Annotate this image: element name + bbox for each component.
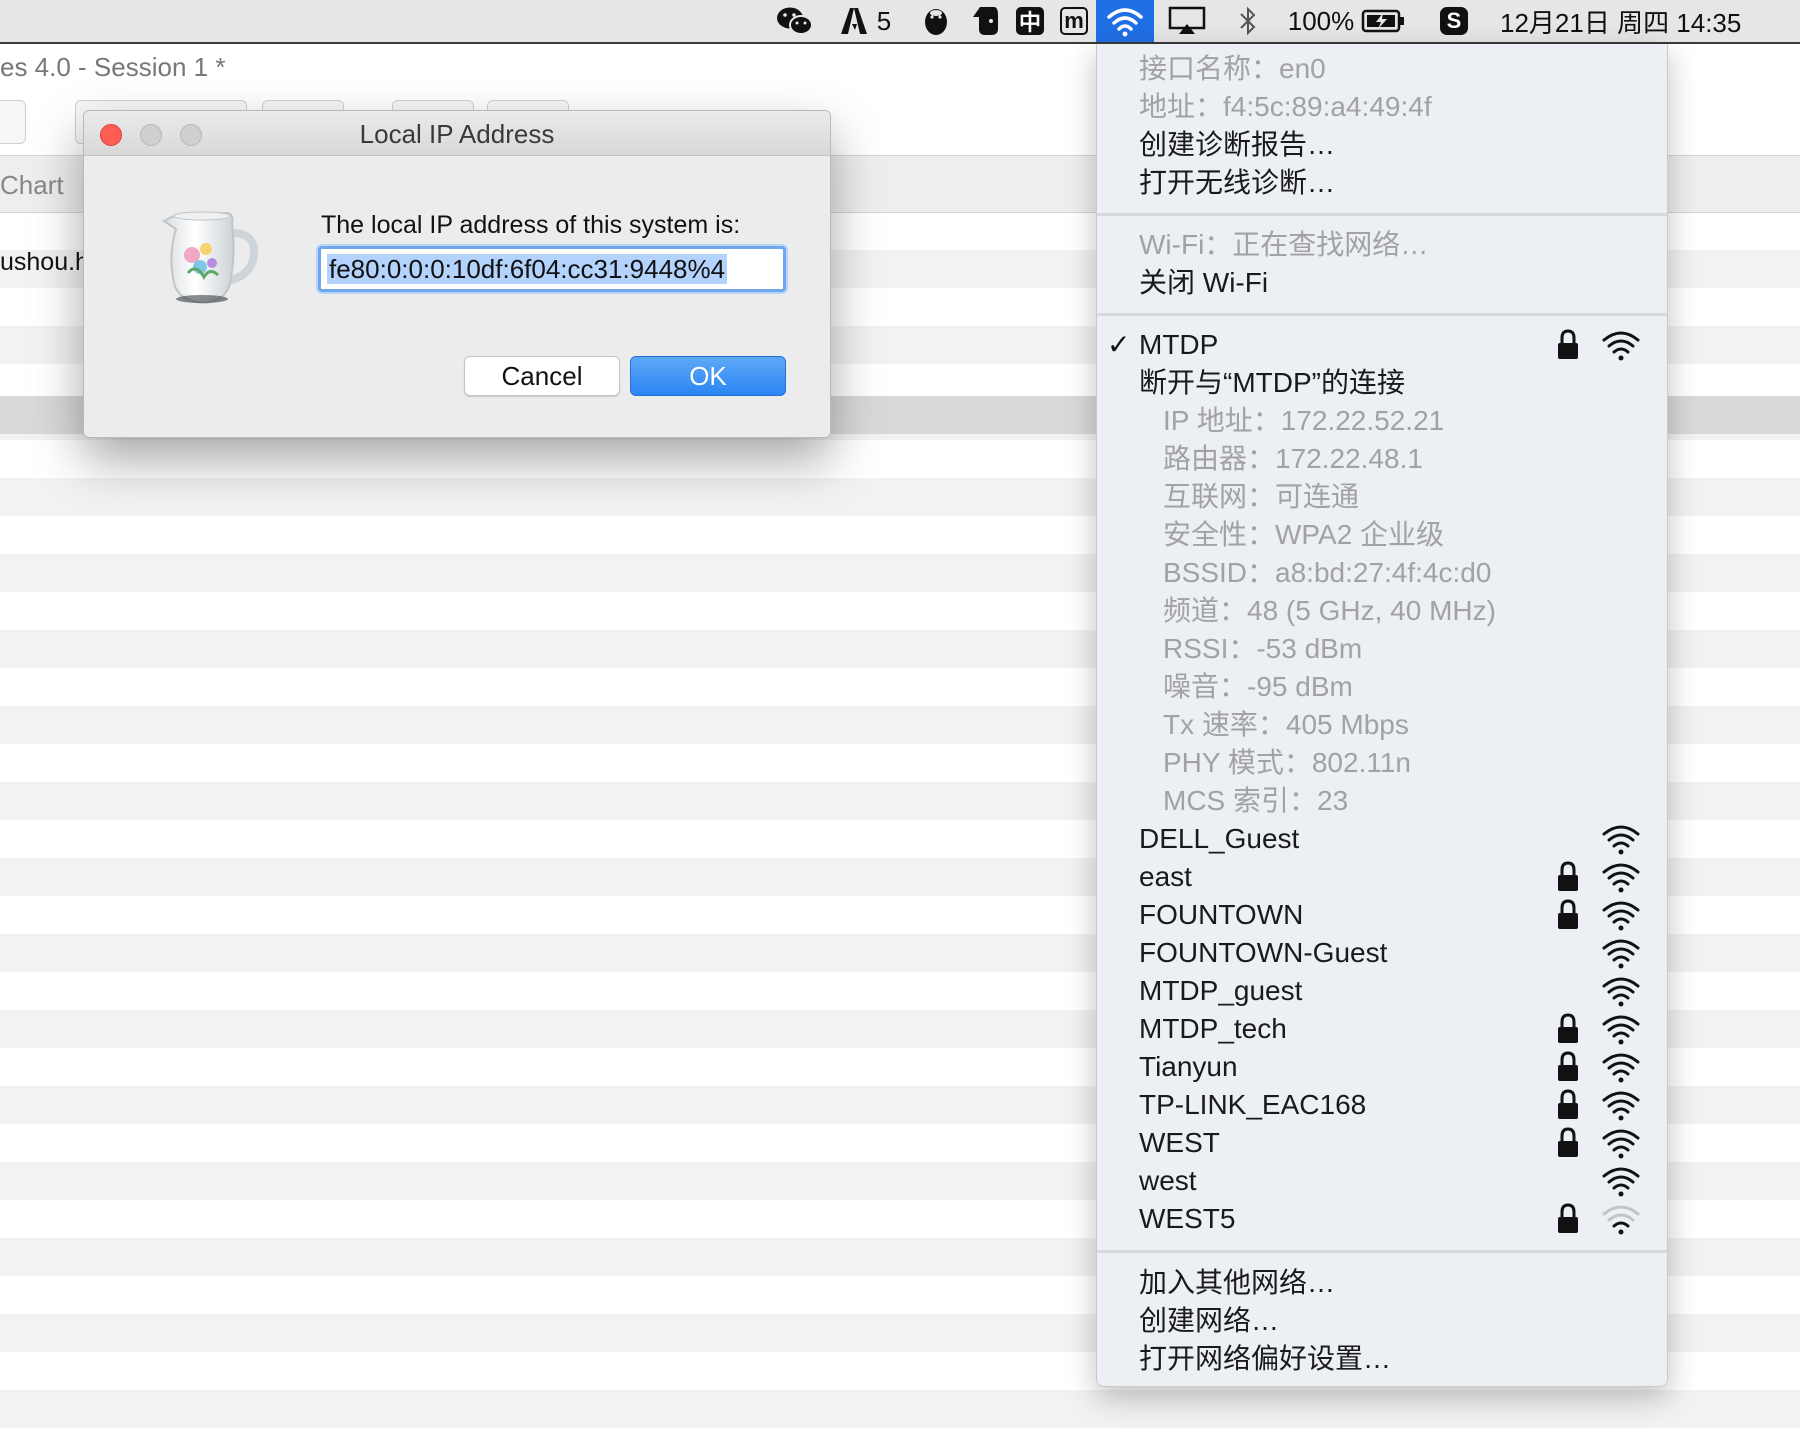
connected-network[interactable]: MTDP: [1139, 326, 1218, 364]
lock-icon: [1558, 899, 1578, 929]
chinese-input-icon[interactable]: 中: [1010, 0, 1050, 42]
wifi-status: Wi-Fi：正在查找网络…: [1139, 229, 1429, 260]
menu-separator: [1097, 213, 1667, 216]
bluetooth-icon[interactable]: [1230, 0, 1266, 42]
lock-icon: [1558, 1203, 1578, 1233]
wifi-signal-icon: [1602, 939, 1640, 969]
lock-icon: [1558, 861, 1578, 891]
wechat-icon[interactable]: [772, 0, 818, 42]
wifi-signal-icon: [1602, 977, 1640, 1007]
app-header-label[interactable]: Chart: [0, 170, 64, 201]
sogou-char: S: [1440, 7, 1468, 35]
network-item[interactable]: FOUNTOWN-Guest: [1139, 934, 1387, 972]
app-window-title: es 4.0 - Session 1 *: [0, 52, 226, 82]
sogou-input-icon[interactable]: S: [1434, 0, 1474, 42]
cancel-button[interactable]: Cancel: [464, 356, 620, 396]
airplay-icon[interactable]: [1164, 0, 1210, 42]
interface-name: 接口名称：en0: [1139, 53, 1326, 84]
create-diagnostics-report[interactable]: 创建诊断报告…: [1139, 126, 1335, 164]
lock-icon: [1558, 1051, 1578, 1081]
menu-separator: [1097, 1250, 1667, 1253]
lock-icon: [1558, 1013, 1578, 1043]
network-detail-row: 安全性：WPA2 企业级: [1163, 519, 1445, 550]
clock[interactable]: 12月21日 周四 14:35: [1500, 0, 1782, 42]
network-detail-row: RSSI：-53 dBm: [1163, 633, 1363, 664]
list-row-host[interactable]: ushou.h: [0, 248, 89, 277]
lock-icon: [1558, 1089, 1578, 1119]
wifi-signal-icon: [1602, 825, 1640, 855]
wifi-signal-icon: [1602, 331, 1640, 361]
wifi-signal-icon: [1602, 1167, 1640, 1197]
menu-bar: 5 中 m 100% S 12月21日 周四 14:35: [0, 0, 1800, 44]
wifi-icon[interactable]: [1096, 0, 1154, 42]
network-detail-row: PHY 模式：802.11n: [1163, 747, 1411, 778]
network-item[interactable]: WEST: [1139, 1124, 1220, 1162]
network-item[interactable]: MTDP_tech: [1139, 1010, 1287, 1048]
mac-address: 地址：f4:5c:89:a4:49:4f: [1139, 91, 1432, 122]
wifi-signal-icon: [1602, 1091, 1640, 1121]
ok-button[interactable]: OK: [630, 356, 786, 396]
battery-icon[interactable]: [1358, 0, 1410, 42]
network-detail-row: 噪音：-95 dBm: [1163, 671, 1353, 702]
network-item[interactable]: DELL_Guest: [1139, 820, 1299, 858]
local-ip-dialog: Local IP Address The local IP address of…: [83, 110, 831, 438]
network-item[interactable]: west: [1139, 1162, 1197, 1200]
network-item[interactable]: MTDP_guest: [1139, 972, 1302, 1010]
wifi-signal-icon: [1602, 901, 1640, 931]
dialog-message: The local IP address of this system is:: [321, 211, 741, 239]
network-detail-row: Tx 速率：405 Mbps: [1163, 709, 1409, 740]
open-wireless-diagnostics[interactable]: 打开无线诊断…: [1139, 164, 1335, 202]
adobe-icon[interactable]: [834, 0, 874, 42]
evernote-icon[interactable]: [966, 0, 1006, 42]
battery-percent: 100%: [1287, 5, 1355, 36]
pitcher-icon: [144, 193, 264, 313]
m-app-char: m: [1060, 7, 1088, 35]
network-item[interactable]: WEST5: [1139, 1200, 1235, 1238]
network-item[interactable]: east: [1139, 858, 1192, 896]
network-detail-row: 频道：48 (5 GHz, 40 MHz): [1163, 595, 1496, 626]
wifi-menu: 接口名称：en0 地址：f4:5c:89:a4:49:4f 创建诊断报告… 打开…: [1096, 44, 1668, 1387]
network-detail-row: IP 地址：172.22.52.21: [1163, 405, 1445, 436]
wifi-signal-icon: [1602, 1015, 1640, 1045]
wifi-signal-icon: [1602, 1129, 1640, 1159]
adobe-count: 5: [876, 5, 892, 36]
toolbar-button[interactable]: [0, 100, 26, 144]
disconnect-network[interactable]: 断开与“MTDP”的连接: [1139, 364, 1405, 402]
open-network-preferences[interactable]: 打开网络偏好设置…: [1139, 1340, 1391, 1378]
wifi-signal-icon: [1602, 1053, 1640, 1083]
wifi-signal-icon: [1602, 863, 1640, 893]
wifi-signal-icon: [1602, 1205, 1640, 1235]
network-item[interactable]: FOUNTOWN: [1139, 896, 1303, 934]
create-network[interactable]: 创建网络…: [1139, 1302, 1279, 1340]
qq-penguin-icon[interactable]: [916, 0, 956, 42]
checkmark-icon: ✓: [1107, 329, 1131, 360]
network-detail-row: MCS 索引：23: [1163, 785, 1349, 816]
lock-icon: [1558, 1127, 1578, 1157]
join-other-network[interactable]: 加入其他网络…: [1139, 1264, 1335, 1302]
ip-address-field[interactable]: fe80:0:0:0:10df:6f04:cc31:9448%4: [318, 246, 786, 292]
m-app-icon[interactable]: m: [1054, 0, 1094, 42]
network-detail-row: 路由器：172.22.48.1: [1163, 443, 1423, 474]
turn-off-wifi[interactable]: 关闭 Wi-Fi: [1139, 264, 1268, 302]
ip-address-value[interactable]: fe80:0:0:0:10df:6f04:cc31:9448%4: [327, 254, 728, 284]
network-item[interactable]: TP-LINK_EAC168: [1139, 1086, 1366, 1124]
input-method-char: 中: [1016, 7, 1044, 35]
lock-icon: [1558, 329, 1578, 359]
dialog-title: Local IP Address: [359, 119, 555, 149]
network-detail-row: 互联网：可连通: [1163, 481, 1360, 512]
network-item[interactable]: Tianyun: [1139, 1048, 1238, 1086]
network-detail-row: BSSID：a8:bd:27:4f:4c:d0: [1163, 557, 1492, 588]
menu-separator: [1097, 313, 1667, 316]
